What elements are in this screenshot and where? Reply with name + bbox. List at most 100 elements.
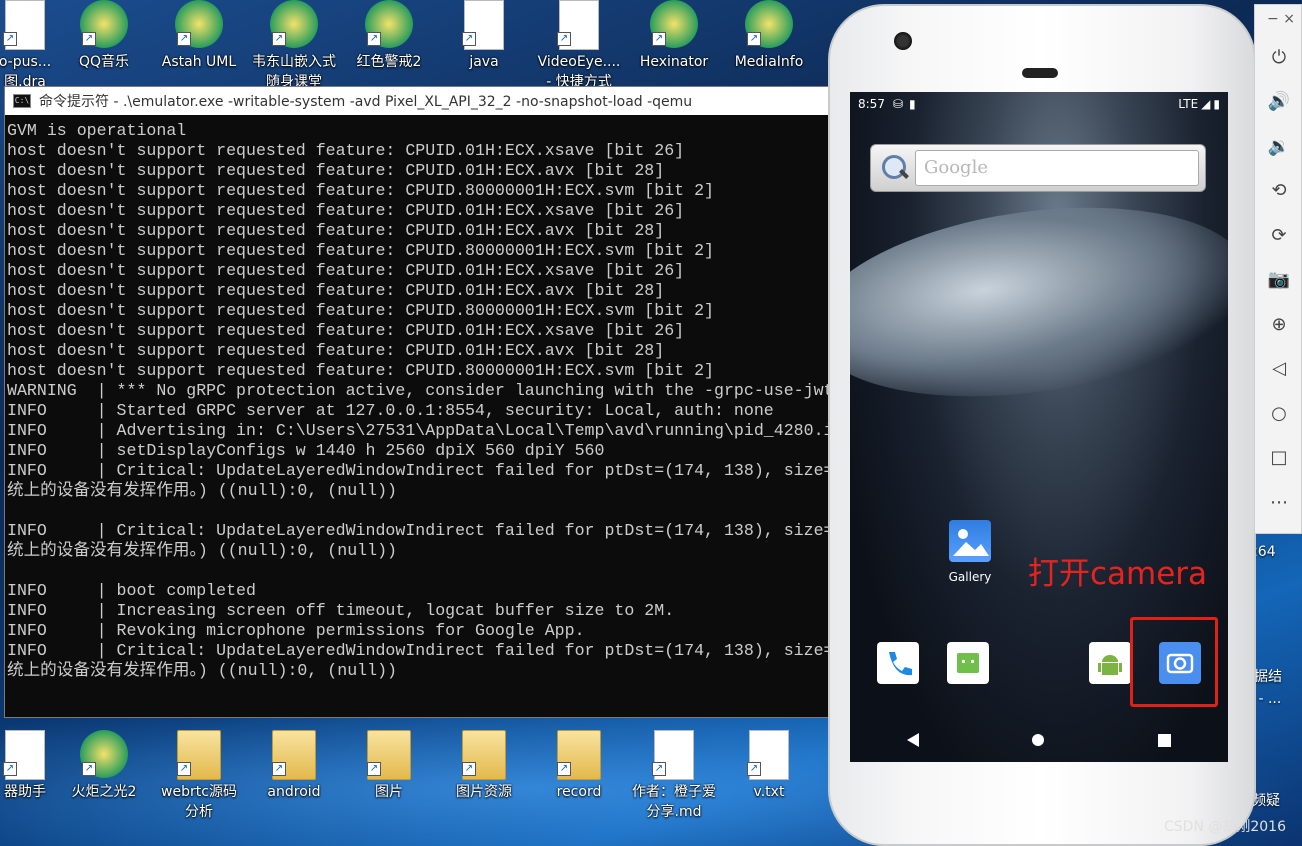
messages-icon <box>947 642 989 684</box>
minimize-button[interactable]: − <box>1267 11 1279 35</box>
android-app[interactable] <box>1089 642 1131 684</box>
desktop-app-icon: ↗ <box>460 730 508 780</box>
console-line: GVM is operational <box>7 121 187 140</box>
desktop-app-icon: ↗ <box>175 0 223 48</box>
console-line: 统上的设备没有发挥作用。) ((null):0, (null)) <box>7 481 397 500</box>
desktop-icon[interactable]: ↗ 图片资源 <box>437 730 531 802</box>
desktop-icon[interactable]: ↗ MediaInfo <box>722 0 816 72</box>
phone-app[interactable] <box>877 642 919 684</box>
rotate-right-icon[interactable]: ⟳ <box>1255 213 1302 258</box>
desktop-icon[interactable]: ↗ record <box>532 730 626 802</box>
console-line: host doesn't support requested feature: … <box>7 201 685 220</box>
console-line: host doesn't support requested feature: … <box>7 281 665 300</box>
shortcut-arrow-icon: ↗ <box>177 32 191 46</box>
desktop-app-icon: ↗ <box>745 730 793 780</box>
desktop-icon[interactable]: ↗ VideoEye.... - 快捷方式 <box>532 0 626 92</box>
console-line: INFO | Increasing screen off timeout, lo… <box>7 601 675 620</box>
desktop-icon[interactable]: ↗ v.txt <box>722 730 816 802</box>
front-camera-icon <box>894 32 912 50</box>
desktop-icon-label: 火炬之光2 <box>71 784 137 800</box>
nav-back-icon[interactable] <box>906 733 919 747</box>
gallery-app[interactable]: Gallery <box>942 520 998 584</box>
close-button[interactable]: × <box>1283 11 1295 35</box>
signal-icon: ◢ <box>1201 97 1211 111</box>
phone-icon <box>877 642 919 684</box>
command-prompt-window[interactable]: C:\ 命令提示符 - .\emulator.exe -writable-sys… <box>4 86 830 718</box>
desktop-app-icon: ↗ <box>460 0 508 50</box>
desktop-app-icon: ↗ <box>745 0 793 48</box>
desktop-icon-label: VideoEye.... <box>537 54 621 70</box>
desktop-icon-label: record <box>556 784 602 800</box>
shortcut-arrow-icon: ↗ <box>747 32 761 46</box>
shortcut-arrow-icon: ↗ <box>652 762 666 776</box>
console-output[interactable]: GVM is operational host doesn't support r… <box>5 115 829 715</box>
volume-down-icon[interactable]: 🔉 <box>1255 124 1302 169</box>
home-icon[interactable]: ○ <box>1255 391 1302 436</box>
desktop-app-icon: ↗ <box>1 730 49 780</box>
desktop-icon-label: android <box>267 784 321 800</box>
desktop-icon[interactable]: ↗ Astah UML <box>152 0 246 72</box>
nav-recents-icon[interactable] <box>1158 733 1172 747</box>
desktop-icon-label: v.txt <box>753 784 785 800</box>
messages-app[interactable] <box>947 642 989 684</box>
desktop-icon[interactable]: ↗ webrtc源码 分析 <box>152 730 246 822</box>
shortcut-arrow-icon: ↗ <box>272 32 286 46</box>
desktop-icon[interactable]: ↗ 火炬之光2 <box>57 730 151 802</box>
shortcut-arrow-icon: ↗ <box>462 762 476 776</box>
desktop-app-icon: ↗ <box>365 730 413 780</box>
console-line: INFO | boot completed <box>7 581 256 600</box>
window-title: 命令提示符 - .\emulator.exe -writable-system … <box>39 94 693 110</box>
console-line: host doesn't support requested feature: … <box>7 181 715 200</box>
shortcut-arrow-icon: ↗ <box>557 32 571 46</box>
screenshot-icon[interactable]: 📷 <box>1255 258 1302 303</box>
console-line: host doesn't support requested feature: … <box>7 221 665 240</box>
console-line: host doesn't support requested feature: … <box>7 341 665 360</box>
desktop-icon[interactable]: ↗ 作者：橙子爱 分享.md <box>627 730 721 822</box>
desktop-icon-label: Astah UML <box>161 54 237 70</box>
desktop-icon[interactable]: ↗ Hexinator <box>627 0 721 72</box>
desktop-app-icon: ↗ <box>555 730 603 780</box>
search-input[interactable]: Google <box>915 150 1199 186</box>
desktop-app-icon: ↗ <box>80 730 128 778</box>
desktop-icon[interactable]: ↗ 图片 <box>342 730 436 802</box>
desktop-app-icon: ↗ <box>650 730 698 780</box>
desktop-icon-label-line2: 分析 <box>185 804 213 820</box>
shortcut-arrow-icon: ↗ <box>367 32 381 46</box>
shortcut-arrow-icon: ↗ <box>82 762 96 776</box>
console-line: host doesn't support requested feature: … <box>7 141 685 160</box>
overview-icon[interactable]: □ <box>1255 436 1302 481</box>
shortcut-arrow-icon: ↗ <box>367 762 381 776</box>
zoom-icon[interactable]: ⊕ <box>1255 302 1302 347</box>
volume-up-icon[interactable]: 🔊 <box>1255 80 1302 125</box>
console-line: INFO | setDisplayConfigs w 1440 h 2560 d… <box>7 441 605 460</box>
rotate-left-icon[interactable]: ⟲ <box>1255 169 1302 214</box>
google-search-widget[interactable]: Google <box>870 144 1206 192</box>
console-line: host doesn't support requested feature: … <box>7 261 685 280</box>
desktop-icon[interactable]: ↗ 红色警戒2 <box>342 0 436 72</box>
power-icon[interactable]: ⏻ <box>1255 35 1302 80</box>
shortcut-arrow-icon: ↗ <box>3 762 17 776</box>
nav-home-icon[interactable] <box>1032 734 1045 746</box>
desktop-icon-label: 作者：橙子爱 <box>632 784 716 800</box>
desktop-icon-label: MediaInfo <box>734 54 804 70</box>
more-icon[interactable]: ⋯ <box>1255 480 1302 525</box>
desktop-icon-label: QQ音乐 <box>78 54 130 70</box>
console-line: WARNING | *** No gRPC protection active,… <box>7 381 829 400</box>
desktop-icon[interactable]: ↗ java <box>437 0 531 72</box>
status-bar: 8:57 ⛁ ▮ LTE ◢ ▮ <box>850 92 1228 116</box>
desktop-icon-label: 图片资源 <box>456 784 512 800</box>
desktop-icon[interactable]: ↗ QQ音乐 <box>57 0 151 72</box>
window-title-bar[interactable]: C:\ 命令提示符 - .\emulator.exe -writable-sys… <box>5 87 829 115</box>
console-line: 统上的设备没有发挥作用。) ((null):0, (null)) <box>7 661 397 680</box>
desktop-app-icon: ↗ <box>650 0 698 48</box>
console-line: host doesn't support requested feature: … <box>7 161 665 180</box>
annotation-highlight-box <box>1130 617 1218 707</box>
desktop-icon-label: webrtc源码 <box>161 784 237 800</box>
desktop-icon[interactable]: ↗ 韦东山嵌入式 随身课堂 <box>247 0 341 92</box>
desktop-icon[interactable]: ↗ android <box>247 730 341 802</box>
shortcut-arrow-icon: ↗ <box>177 762 191 776</box>
emulator-device-frame: 8:57 ⛁ ▮ LTE ◢ ▮ Google Gallery <box>828 4 1256 846</box>
back-icon[interactable]: ◁ <box>1255 347 1302 392</box>
console-line: host doesn't support requested feature: … <box>7 361 715 380</box>
